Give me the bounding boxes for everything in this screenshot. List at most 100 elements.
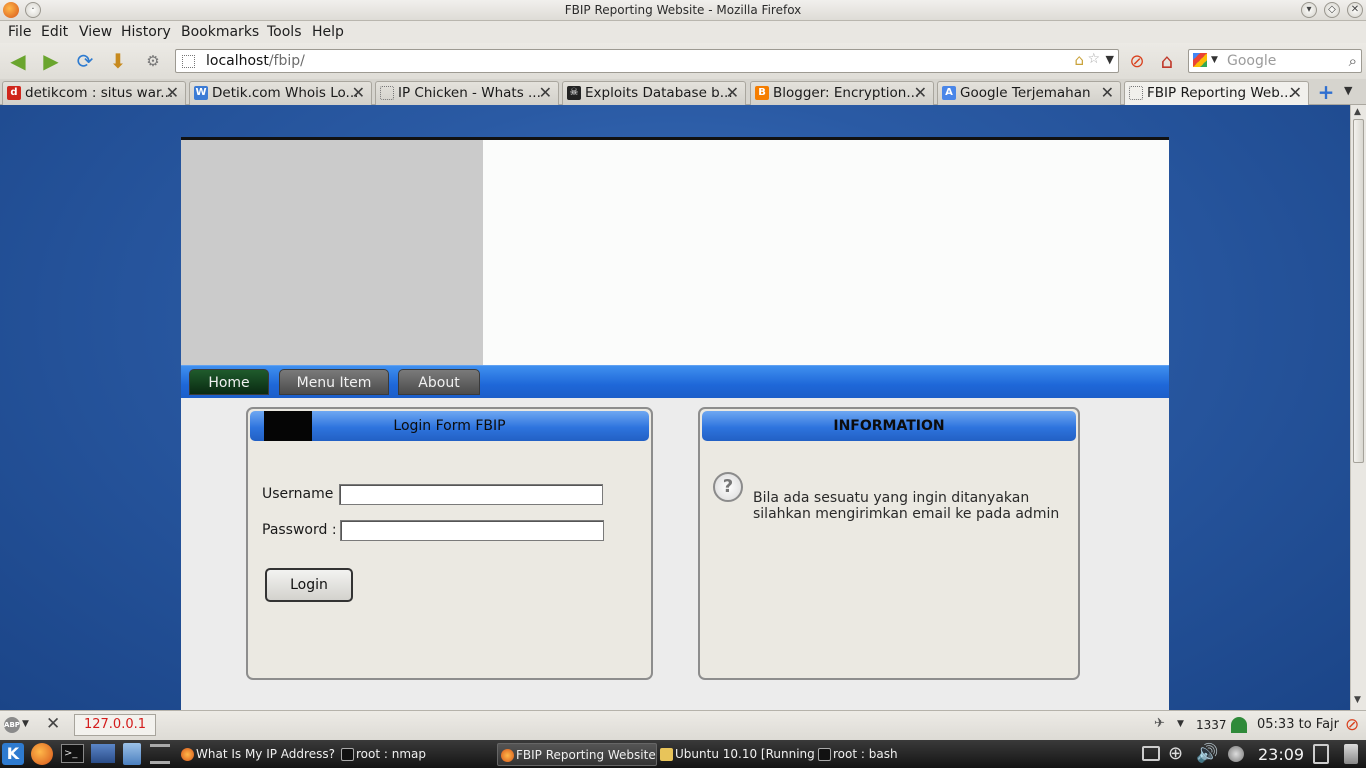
clipboard-tray-icon[interactable] — [1313, 744, 1329, 764]
menu-bookmarks[interactable]: Bookmarks — [181, 24, 259, 40]
tab-blogger[interactable]: B Blogger: Encryption... ✕ — [750, 81, 934, 105]
volume-tray-icon[interactable]: 🔊 — [1196, 743, 1218, 764]
network-plugin-icon[interactable]: ✈ — [1154, 716, 1165, 731]
search-input[interactable]: Google — [1227, 53, 1276, 69]
question-icon: ? — [713, 472, 743, 502]
prayer-time: 05:33 to Fajr — [1257, 717, 1339, 732]
login-panel-header: Login Form FBIP — [250, 411, 649, 441]
url-text[interactable]: localhost/fbip/ — [206, 53, 305, 69]
files-launcher-icon[interactable] — [123, 743, 141, 765]
home-icon[interactable]: ⌂ — [1154, 49, 1180, 73]
tab-detik-whois[interactable]: W Detik.com Whois Lo... ✕ — [189, 81, 372, 105]
download-icon[interactable]: ⬇ — [105, 49, 131, 73]
task-root-bash[interactable]: root : bash — [815, 743, 1000, 766]
url-dropdown-icon[interactable]: ▼ — [1106, 53, 1114, 66]
menu-history[interactable]: History — [121, 24, 171, 40]
home-small-icon[interactable]: ⌂ — [1074, 51, 1084, 69]
nav-home[interactable]: Home — [189, 369, 269, 395]
tab-google-translate[interactable]: A Google Terjemahan ✕ — [937, 81, 1121, 105]
reload-icon[interactable]: ⟳ — [72, 49, 98, 73]
tab-detikcom[interactable]: d detikcom : situs war... ✕ — [2, 81, 186, 105]
google-engine-icon[interactable] — [1193, 53, 1207, 67]
scroll-up-icon[interactable]: ▲ — [1354, 107, 1361, 117]
new-tab-icon[interactable]: + — [1314, 81, 1338, 103]
adblock-icon[interactable]: ABP — [4, 717, 20, 733]
page-viewport: Home Menu Item About Login Form FBIP Use… — [0, 105, 1350, 710]
minimize-icon[interactable]: ▾ — [1301, 2, 1317, 18]
kde-menu-icon[interactable]: K — [2, 743, 24, 765]
nav-about[interactable]: About — [398, 369, 480, 395]
login-button[interactable]: Login — [265, 568, 353, 602]
information-panel-header: INFORMATION — [702, 411, 1076, 441]
firefox-task-icon — [501, 749, 514, 762]
menu-view[interactable]: View — [79, 24, 112, 40]
forward-icon[interactable]: ▶ — [38, 49, 64, 73]
status-bar: ABP ▼ ✕ ✈ ▼ 1337 05:33 to Fajr ⊘ — [0, 710, 1366, 740]
engine-dropdown-icon[interactable]: ▼ — [1211, 55, 1218, 65]
firefox-launcher-icon[interactable] — [31, 743, 53, 765]
virtualbox-task-icon — [660, 748, 673, 761]
page-scrollbar[interactable]: ▲ ▼ — [1350, 105, 1366, 710]
detik-d-icon: d — [7, 86, 21, 100]
status-count: 1337 — [1196, 718, 1227, 732]
network-tray-icon[interactable]: ⊕ — [1168, 743, 1183, 764]
tab-close-icon[interactable]: ✕ — [1101, 83, 1114, 102]
desktop-launcher-icon[interactable] — [91, 744, 115, 763]
url-bar[interactable]: localhost/fbip/ ⌂ ☆ ▼ — [175, 49, 1119, 73]
display-tray-icon[interactable] — [1142, 746, 1160, 761]
task-whatismyip[interactable]: What Is My IP Address? Lo — [178, 743, 338, 766]
bookmark-star-icon[interactable]: ☆ — [1087, 51, 1100, 67]
login-form-title: Login Form FBIP — [393, 418, 506, 434]
header-banner-left — [181, 140, 483, 365]
battery-tray-icon[interactable] — [1344, 744, 1358, 764]
scroll-down-icon[interactable]: ▼ — [1354, 695, 1361, 705]
plugin-dropdown-icon[interactable]: ▼ — [1177, 719, 1184, 729]
site-identity-icon[interactable] — [182, 55, 195, 68]
menu-edit[interactable]: Edit — [41, 24, 68, 40]
show-desktop-icon[interactable] — [150, 744, 170, 764]
terminal-launcher-icon[interactable]: >_ — [61, 744, 84, 763]
close-icon[interactable]: ✕ — [1347, 2, 1363, 18]
information-panel: INFORMATION ? Bila ada sesuatu yang ingi… — [698, 407, 1080, 680]
tab-close-icon[interactable]: ✕ — [352, 83, 365, 102]
firefox-task-icon — [181, 748, 194, 761]
tab-close-icon[interactable]: ✕ — [914, 83, 927, 102]
list-all-tabs-icon[interactable]: ▼ — [1344, 84, 1352, 97]
task-root-nmap[interactable]: root : nmap — [338, 743, 495, 766]
status-tray-icon[interactable] — [1228, 746, 1244, 762]
maximize-icon[interactable]: ◇ — [1324, 2, 1340, 18]
noscript-status-icon[interactable]: ⊘ — [1345, 715, 1359, 735]
scrollbar-thumb[interactable] — [1353, 119, 1364, 463]
mosque-icon[interactable] — [1231, 717, 1247, 733]
tab-ip-chicken[interactable]: IP Chicken - Whats ... ✕ — [375, 81, 559, 105]
adblock-dropdown-icon[interactable]: ▼ — [22, 719, 29, 729]
addon-icon[interactable]: ⚙ — [140, 49, 166, 73]
tab-close-icon[interactable]: ✕ — [726, 83, 739, 102]
back-icon[interactable]: ◀ — [5, 49, 31, 73]
site-container: Home Menu Item About Login Form FBIP Use… — [181, 140, 1169, 710]
search-icon[interactable]: ⌕ — [1349, 52, 1357, 70]
password-field[interactable] — [340, 520, 604, 541]
header-black-block — [264, 411, 312, 441]
search-bar[interactable]: ▼ Google ⌕ — [1188, 49, 1362, 73]
tab-close-icon[interactable]: ✕ — [539, 83, 552, 102]
nav-menu-item[interactable]: Menu Item — [279, 369, 389, 395]
username-field[interactable] — [339, 484, 603, 505]
menu-tools[interactable]: Tools — [267, 24, 302, 40]
task-fbip-reporting[interactable]: FBIP Reporting Website - M — [497, 743, 657, 766]
menu-help[interactable]: Help — [312, 24, 344, 40]
tab-exploits-db[interactable]: ☠ Exploits Database b... ✕ — [562, 81, 746, 105]
noscript-icon[interactable]: ⊘ — [1124, 49, 1150, 73]
tab-fbip-reporting[interactable]: FBIP Reporting Web... ✕ — [1124, 81, 1309, 105]
terminal-task-icon — [818, 748, 831, 761]
tab-close-icon[interactable]: ✕ — [166, 83, 179, 102]
menu-file[interactable]: File — [8, 24, 31, 40]
terminal-task-icon — [341, 748, 354, 761]
taskbar-clock[interactable]: 23:09 — [1258, 745, 1304, 764]
status-close-icon[interactable]: ✕ — [46, 714, 60, 734]
tab-close-icon[interactable]: ✕ — [1289, 83, 1302, 102]
exploit-db-icon: ☠ — [567, 86, 581, 100]
site-nav-bar: Home Menu Item About — [181, 365, 1169, 398]
task-virtualbox[interactable]: Ubuntu 10.10 [Running] - — [657, 743, 815, 766]
window-title: FBIP Reporting Website - Mozilla Firefox — [564, 3, 802, 17]
